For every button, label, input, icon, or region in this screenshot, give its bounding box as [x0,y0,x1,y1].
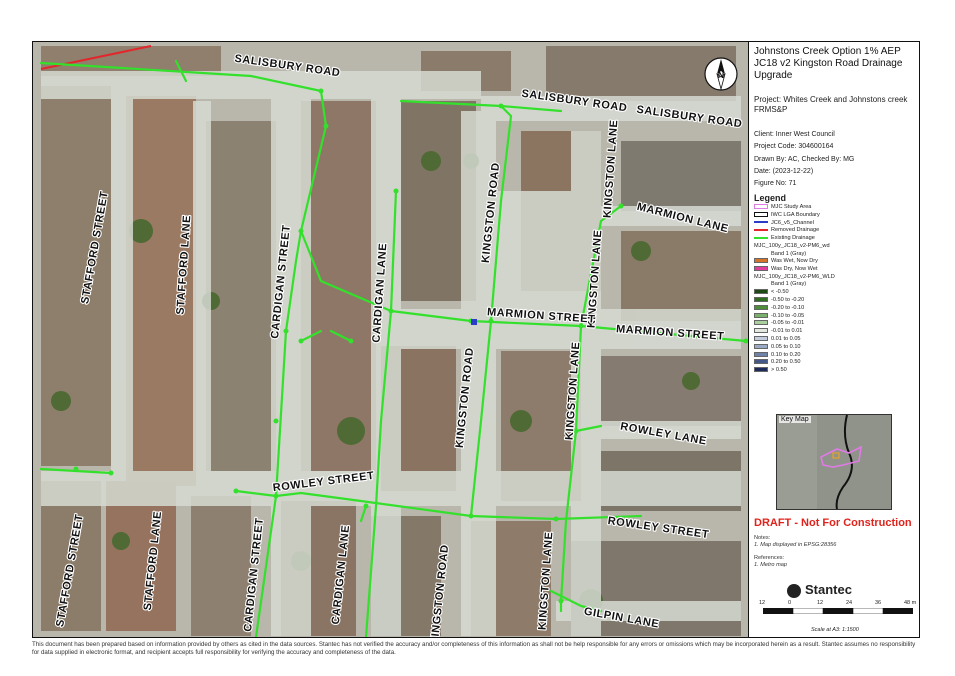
scale-label: 24 [846,600,853,606]
legend-label: 0.20 to 0.50 [771,359,801,366]
legend-label: > 0.50 [771,367,787,374]
legend-swatch [754,304,768,310]
legend-item: JC6_v5_Channel [754,220,914,227]
legend-swatch [754,328,768,334]
legend-item: -0.05 to -0.01 [754,320,914,327]
legend-item: -0.01 to 0.01 [754,328,914,335]
legend-item: Was Dry, Now Wet [754,266,914,273]
legend-swatch [754,359,768,365]
legend-item: > 0.50 [754,367,914,374]
legend-swatch [754,367,768,373]
legend-item: 0.10 to 0.20 [754,352,914,359]
notes-text: 1. Map displayed in EPSG:28356 [754,542,837,548]
stantec-logo: Stantec [787,582,852,598]
legend-item: 0.01 to 0.05 [754,336,914,343]
legend-swatch [754,211,768,217]
legend-swatch [754,343,768,349]
legend-label: 0.01 to 0.05 [771,336,801,342]
scale-label: 36 [875,600,882,606]
disclaimer-text: This document has been prepared based on… [32,641,916,656]
legend-label: Removed Drainage [771,227,820,234]
legend-label: -0.20 to -0.10 [771,304,805,311]
scale-label: 0 [788,600,792,606]
legend-label: < -0.50 [771,289,789,296]
legend-label: MJC_100y_JC18_v2-PM6_WLD [754,273,835,280]
legend-swatch [754,336,768,342]
legend-label: MJC_100y_JC18_v2-PM6_wd [754,243,830,249]
scale-text: Scale at A3: 1:1500 [811,627,859,633]
legend-item: MJC_100y_JC18_v2-PM6_wd [754,243,914,250]
notes-title: Notes: [754,535,771,541]
legend-label: -0.01 to 0.01 [771,328,803,335]
legend-swatch [754,258,768,264]
north-arrow-icon: N [704,57,738,91]
legend-label: -0.05 to -0.01 [771,320,805,327]
legend-swatch [754,236,768,239]
legend-label: JC6_v5_Channel [771,219,814,226]
legend-item: Band 1 (Gray) [754,281,914,288]
legend-swatch [754,266,768,272]
project-text: Project: Whites Creek and Johnstons cree… [754,95,908,114]
legend-swatch [754,204,768,210]
legend-title: Legend [754,193,787,203]
figure-number-text: Figure No: 71 [754,180,797,187]
legend-label: IWC LGA Boundary [771,211,820,218]
map-frame[interactable]: SALISBURY ROAD SALISBURY ROAD SALISBURY RO… [32,41,749,638]
info-panel: Johnstons Creek Option 1% AEP JC18 v2 Ki… [749,41,920,638]
legend-swatch [754,228,768,231]
legend-label: Was Wet, Now Dry [771,258,818,265]
legend-label: Band 1 (Gray) [771,281,807,288]
legend-item: MJC_100y_JC18_v2-PM6_WLD [754,274,914,281]
legend-swatch [754,351,768,357]
scale-label: 48 m [904,600,917,606]
stantec-logo-icon [787,583,801,598]
legend-label: MJC Study Area [771,204,812,210]
north-label: N [718,70,725,80]
legend-label: -0.10 to -0.05 [771,312,805,319]
key-map-canvas [777,415,891,509]
legend-item: < -0.50 [754,289,914,296]
legend-item: -0.50 to -0.20 [754,297,914,304]
channel-marker [471,319,477,325]
figure-title: Johnstons Creek Option 1% AEP JC18 v2 Ki… [754,46,903,81]
legend-swatch [754,281,768,286]
references-title: References: [754,555,785,561]
legend-item: -0.20 to -0.10 [754,305,914,312]
key-map[interactable]: Key Map [776,414,892,510]
legend-label: 0.10 to 0.20 [771,351,801,358]
legend-label: Band 1 (Gray) [771,250,807,257]
legend-swatch [754,312,768,318]
key-map-title: Key Map [779,416,811,423]
map-canvas[interactable]: SALISBURY ROADSALISBURY ROADSALISBURY RO… [33,42,748,637]
legend-item: Band 1 (Gray) [754,251,914,258]
legend-label: Existing Drainage [771,235,815,242]
legend-swatch [754,297,768,303]
references-text: 1. Metro map [754,562,787,568]
draft-stamp: DRAFT - Not For Construction [754,517,912,529]
scale-bar [763,608,913,614]
legend-item: MJC Study Area [754,204,914,211]
legend-swatch [754,221,768,224]
date-text: Date: (2023-12-22) [754,168,814,175]
legend-label: -0.50 to -0.20 [771,297,805,303]
legend-label: Was Dry, Now Wet [771,266,818,273]
legend-item: -0.10 to -0.05 [754,313,914,320]
legend-swatch [754,251,768,256]
legend-swatch [754,289,768,295]
legend-item: 0.20 to 0.50 [754,359,914,366]
client-text: Client: Inner West Council [754,131,835,138]
logo-text: Stantec [805,582,852,597]
legend-item: Removed Drainage [754,227,914,234]
legend-item: IWC LGA Boundary [754,212,914,219]
scale-label: 12 [817,600,824,606]
legend-swatch [754,320,768,326]
project-code-text: Project Code: 304600164 [754,143,834,150]
scale-label: 12 [759,600,766,606]
legend-item: Existing Drainage [754,235,914,242]
legend-item: 0.05 to 0.10 [754,344,914,351]
legend-item: Was Wet, Now Dry [754,258,914,265]
drawn-by-text: Drawn By: AC, Checked By: MG [754,156,855,163]
legend-label: 0.05 to 0.10 [771,343,801,350]
